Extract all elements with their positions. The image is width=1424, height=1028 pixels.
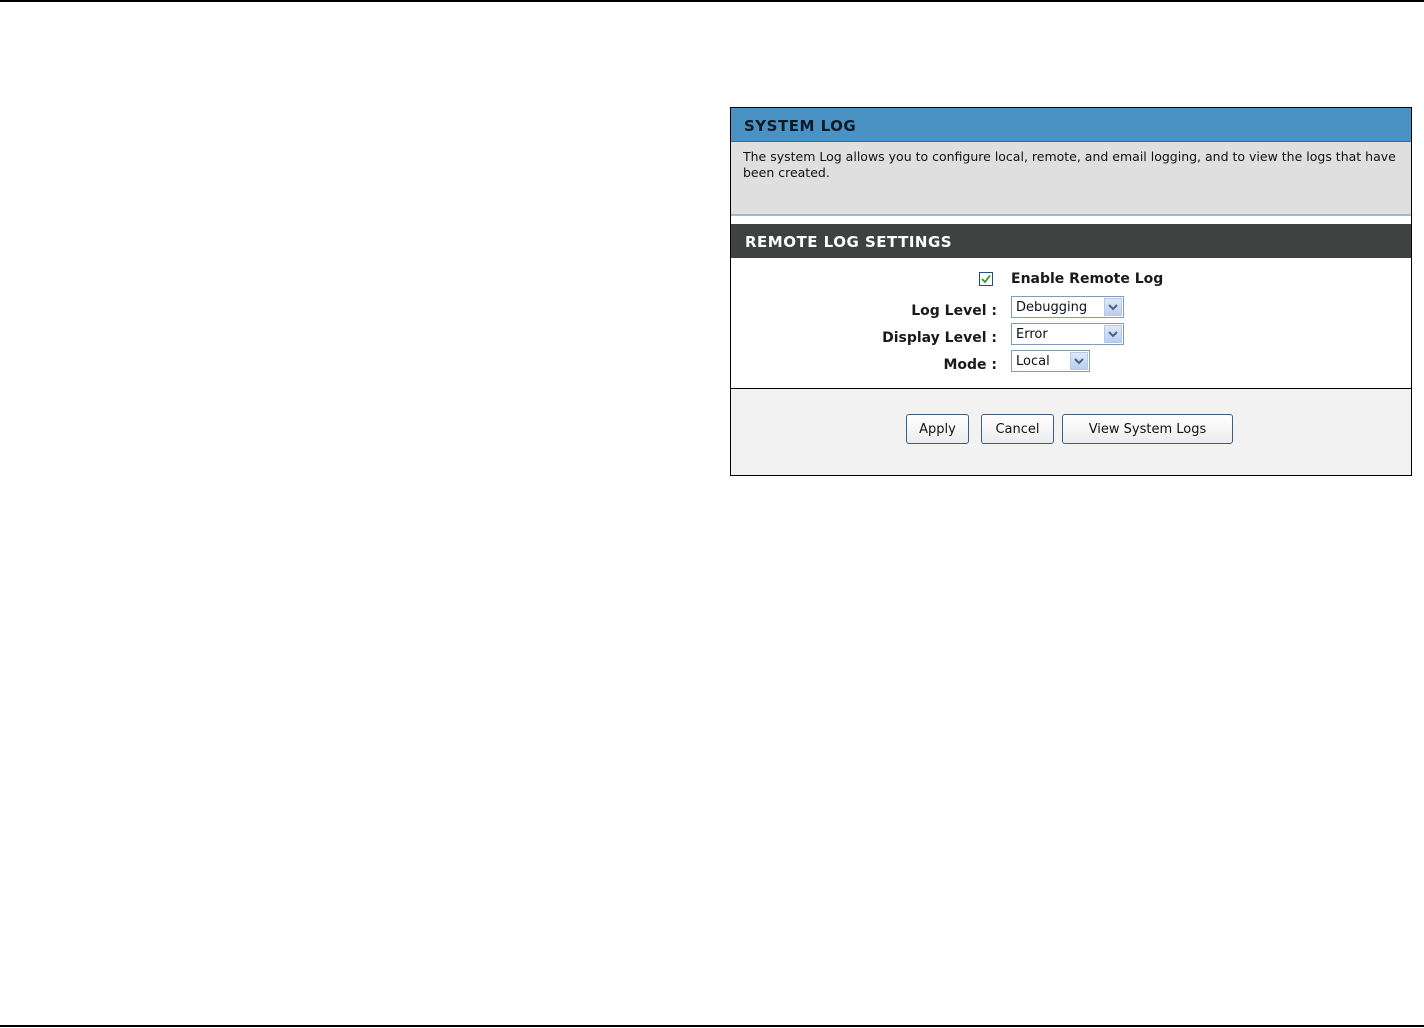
log-level-label: Log Level : (911, 303, 997, 319)
chevron-down-icon[interactable] (1070, 352, 1088, 370)
system-log-panel: SYSTEM LOG The system Log allows you to … (730, 107, 1412, 476)
system-log-title: SYSTEM LOG (744, 117, 857, 135)
cancel-button[interactable]: Cancel (981, 414, 1054, 444)
chevron-down-icon[interactable] (1104, 298, 1122, 316)
button-bar: Apply Cancel View System Logs (731, 389, 1411, 475)
log-level-select[interactable]: Debugging (1011, 296, 1124, 318)
enable-remote-log-label: Enable Remote Log (1011, 271, 1164, 287)
remote-log-settings-header: REMOTE LOG SETTINGS (731, 224, 1411, 258)
display-level-select[interactable]: Error (1011, 323, 1124, 345)
page-bottom-rule (0, 1025, 1424, 1027)
system-log-description-box: The system Log allows you to configure l… (731, 142, 1411, 216)
system-log-header: SYSTEM LOG (731, 108, 1411, 142)
chevron-down-icon[interactable] (1104, 325, 1122, 343)
remote-log-form: Enable Remote Log Log Level : Debugging … (731, 258, 1411, 389)
check-icon (981, 274, 991, 284)
apply-button[interactable]: Apply (906, 414, 969, 444)
log-level-value: Debugging (1016, 300, 1088, 315)
display-level-value: Error (1016, 327, 1048, 342)
page-top-rule (0, 0, 1424, 2)
display-level-label: Display Level : (882, 330, 997, 346)
mode-value: Local (1016, 354, 1050, 369)
mode-select[interactable]: Local (1011, 350, 1090, 372)
remote-log-settings-title: REMOTE LOG SETTINGS (745, 233, 953, 251)
enable-remote-log-checkbox[interactable] (979, 272, 993, 286)
view-system-logs-button[interactable]: View System Logs (1062, 414, 1233, 444)
system-log-description: The system Log allows you to configure l… (743, 149, 1396, 180)
mode-label: Mode : (943, 357, 997, 373)
